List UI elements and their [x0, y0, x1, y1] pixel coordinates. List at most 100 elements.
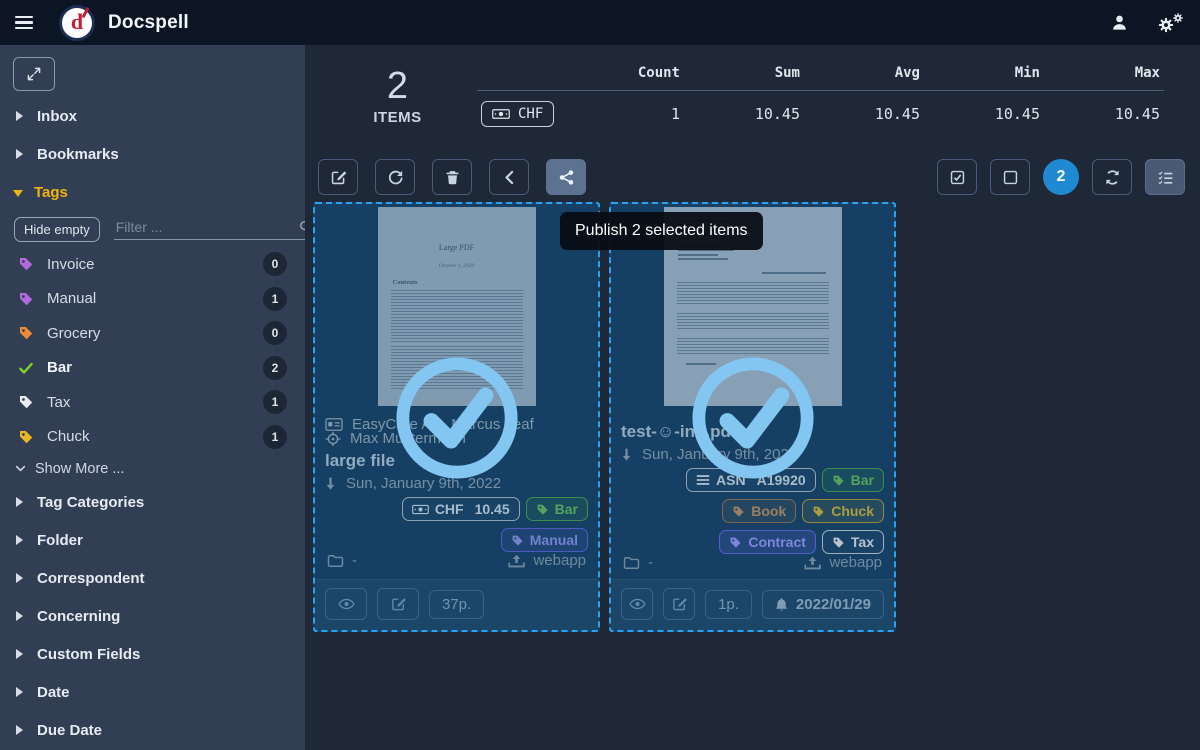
- bell-icon: [775, 597, 788, 612]
- edit-selected-button[interactable]: [318, 159, 358, 195]
- folder-label: -: [352, 552, 357, 569]
- tag-filter-input[interactable]: [114, 218, 299, 236]
- sidebar-tag-manual[interactable]: Manual 1: [0, 282, 305, 317]
- show-more-link[interactable]: Show More ...: [0, 454, 305, 483]
- item-card-test-ing-pdf[interactable]: Pancake Company, Marcus Leaf Derek Jeter…: [609, 202, 896, 632]
- sidebar-item-due-date[interactable]: Due Date: [0, 711, 305, 749]
- folder-label: -: [648, 554, 653, 571]
- tag-badge-label: Bar: [555, 501, 578, 517]
- due-date-label: 2022/01/29: [796, 596, 871, 613]
- summary-table: Count Sum Avg Min Max CHF 1 10.: [477, 59, 1164, 131]
- sidebar-item-inbox[interactable]: Inbox: [0, 97, 305, 135]
- sidebar-item-date[interactable]: Date: [0, 673, 305, 711]
- sidebar-tag-chuck[interactable]: Chuck 1: [0, 420, 305, 455]
- delete-selected-button[interactable]: [432, 159, 472, 195]
- settings-gears-icon[interactable]: [1157, 12, 1184, 34]
- item-card-large-file[interactable]: Large PDF October 1, 2020 Contents EasyC…: [313, 202, 600, 632]
- arrow-down-icon: [325, 476, 336, 491]
- folder-source-row: - webapp: [621, 554, 884, 577]
- hide-empty-button[interactable]: Hide empty: [14, 217, 100, 242]
- banknote-icon: [492, 108, 510, 120]
- sidebar-item-label: Inbox: [37, 108, 77, 125]
- column-header: Sum: [684, 59, 804, 91]
- exit-select-mode-button[interactable]: [1092, 159, 1132, 195]
- select-mode-button[interactable]: [1145, 159, 1185, 195]
- tag-icon: [511, 534, 524, 547]
- sidebar-item-concerning[interactable]: Concerning: [0, 597, 305, 635]
- tag-badge-label: Contract: [748, 534, 806, 550]
- eye-icon: [338, 597, 355, 611]
- tag-icon: [18, 291, 34, 307]
- sidebar-item-label: Correspondent: [37, 570, 145, 587]
- tag-badge-contract: Contract: [719, 530, 816, 554]
- caret-right-icon: [16, 611, 23, 621]
- sidebar-item-custom-fields[interactable]: Custom Fields: [0, 635, 305, 673]
- sidebar-item-correspondent[interactable]: Correspondent: [0, 559, 305, 597]
- caret-right-icon: [16, 535, 23, 545]
- column-header: Avg: [804, 59, 924, 91]
- sidebar-tag-tax[interactable]: Tax 1: [0, 385, 305, 420]
- select-all-button[interactable]: [937, 159, 977, 195]
- column-header: Min: [924, 59, 1044, 91]
- bars-icon: [696, 474, 710, 486]
- sidebar-item-bookmarks[interactable]: Bookmarks: [0, 135, 305, 173]
- pencil-square-icon: [671, 596, 688, 612]
- reprocess-button[interactable]: [375, 159, 415, 195]
- merge-button[interactable]: [489, 159, 529, 195]
- stat-max: 10.45: [1044, 91, 1164, 132]
- sidebar-item-tag-categories[interactable]: Tag Categories: [0, 483, 305, 521]
- item-card-list: Large PDF October 1, 2020 Contents EasyC…: [305, 202, 1200, 632]
- app-title: Docspell: [108, 12, 189, 34]
- folder-icon: [623, 556, 640, 570]
- tag-name: Chuck: [47, 428, 263, 445]
- tag-count-badge: 1: [263, 390, 287, 414]
- preview-item-button[interactable]: [325, 588, 367, 620]
- collapse-sidebar-button[interactable]: [13, 57, 55, 91]
- caret-right-icon: [16, 111, 23, 121]
- sidebar-item-tags[interactable]: Tags: [0, 173, 305, 211]
- item-date-label: Sun, January 9th, 2022: [642, 446, 797, 463]
- item-date-line: Sun, January 9th, 2022: [621, 446, 884, 463]
- publish-share-button[interactable]: [546, 159, 586, 195]
- trash-icon: [444, 169, 461, 186]
- tag-icon: [729, 536, 742, 549]
- sidebar-item-folder[interactable]: Folder: [0, 521, 305, 559]
- edit-item-button[interactable]: [377, 588, 419, 620]
- asn-label: ASN: [716, 472, 746, 488]
- upload-icon: [804, 556, 821, 570]
- sidebar-item-label: Concerning: [37, 608, 120, 625]
- sidebar-tag-bar[interactable]: Bar 2: [0, 351, 305, 386]
- summary-stats: 2 ITEMS Count Sum Avg Min Max: [305, 45, 1200, 131]
- caret-right-icon: [16, 149, 23, 159]
- stat-sum: 10.45: [684, 91, 804, 132]
- tag-icon: [18, 429, 34, 445]
- id-card-icon: [325, 417, 343, 432]
- stat-avg: 10.45: [804, 91, 924, 132]
- redo-icon: [387, 169, 404, 186]
- edit-item-button[interactable]: [663, 588, 695, 620]
- tag-badge-book: Book: [722, 499, 796, 523]
- document-preview: Large PDF October 1, 2020 Contents: [315, 204, 598, 409]
- sidebar-tag-grocery[interactable]: Grocery 0: [0, 316, 305, 351]
- page-count-badge: 1p.: [705, 590, 752, 619]
- tag-badge-tax: Tax: [822, 530, 884, 554]
- menu-icon[interactable]: [15, 13, 33, 33]
- tag-badge-label: Chuck: [831, 503, 874, 519]
- preview-item-button[interactable]: [621, 588, 653, 620]
- toolbar-left-group: [318, 159, 586, 195]
- sidebar-tag-invoice[interactable]: Invoice 0: [0, 247, 305, 282]
- preview-doc-section: Contents: [393, 279, 536, 286]
- sidebar-item-label: Bookmarks: [37, 146, 119, 163]
- tag-icon: [18, 394, 34, 410]
- amount-currency: CHF: [435, 501, 464, 517]
- publish-tooltip: Publish 2 selected items: [560, 212, 763, 250]
- sidebar-item-label: Folder: [37, 532, 83, 549]
- tag-name: Tax: [47, 394, 263, 411]
- topbar: d Docspell: [0, 0, 1200, 45]
- pencil-square-icon: [330, 169, 347, 186]
- check-icon: [18, 360, 34, 376]
- deselect-all-button[interactable]: [990, 159, 1030, 195]
- user-icon[interactable]: [1110, 13, 1129, 32]
- badge-row: ASN A19920 Bar Book Chuck: [621, 468, 884, 554]
- selected-count-badge: 2: [1043, 159, 1079, 195]
